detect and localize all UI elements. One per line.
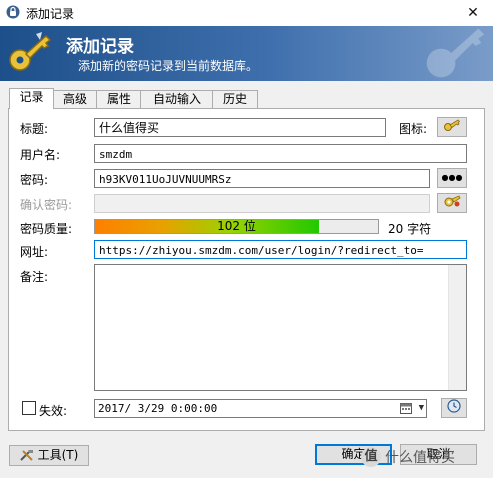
username-input[interactable]: smzdm [94,144,467,163]
confirm-password-input[interactable] [94,194,430,213]
url-label: 网址: [20,245,49,259]
lock-icon [6,5,20,19]
watermark-badge: 值 [361,447,381,467]
notes-label: 备注: [20,270,49,284]
tab-history[interactable]: 历史 [212,90,258,108]
expires-label: 失效: [39,404,68,418]
title-input[interactable]: 什么值得买 [94,118,386,137]
notes-scrollbar[interactable] [448,265,466,390]
notes-textarea[interactable] [94,264,467,391]
expires-checkbox[interactable] [22,401,36,415]
generate-password-button[interactable] [437,193,467,213]
header-banner: 添加记录 添加新的密码记录到当前数据库。 [0,26,493,81]
key-icon [9,32,52,71]
icon-picker-button[interactable] [437,117,467,137]
banner-title: 添加记录 [66,37,134,57]
close-button[interactable]: ✕ [453,0,493,26]
username-label: 用户名: [20,148,61,162]
decorative-key-icon [426,28,485,78]
quality-label: 密码质量: [20,222,73,236]
expiry-date-value: 2017/ 3/29 0:00:00 [98,402,218,415]
key-small-icon [444,119,461,131]
show-password-button[interactable]: ●●● [437,168,467,188]
quality-bar: 102 位 [94,219,379,234]
watermark-text: 什么值得买 [385,450,455,466]
char-count: 20 字符 [388,222,432,236]
tools-label: 工具(T) [37,448,79,462]
title-label: 标题: [20,122,49,136]
title-bar: 添加记录 ✕ [0,0,493,27]
clock-icon [447,399,461,413]
chevron-down-icon[interactable]: ▼ [419,400,424,417]
confirm-password-label: 确认密码: [20,198,73,212]
watermark: 值 什么值得买 [359,442,487,472]
password-input[interactable]: h93KV011UoJUVNUUMRSz [94,169,430,188]
password-label: 密码: [20,173,49,187]
expiry-date-picker[interactable]: 2017/ 3/29 0:00:00 ▼ [94,399,427,418]
tools-button[interactable]: 工具(T) [9,445,89,466]
tab-entry[interactable]: 记录 [9,88,54,109]
calendar-icon[interactable] [400,402,412,414]
tools-icon [20,450,33,461]
tab-advanced[interactable]: 高级 [52,90,98,108]
expiry-presets-button[interactable] [441,398,467,418]
quality-bits: 102 位 [217,219,256,233]
url-input[interactable]: https://zhiyou.smzdm.com/user/login/?red… [94,240,467,259]
window-title: 添加记录 [26,7,75,21]
banner-subtitle: 添加新的密码记录到当前数据库。 [78,59,259,73]
tab-properties[interactable]: 属性 [96,90,142,108]
icon-label: 图标: [399,122,428,136]
key-gear-icon [444,195,461,207]
tab-auto-type[interactable]: 自动输入 [140,90,214,108]
